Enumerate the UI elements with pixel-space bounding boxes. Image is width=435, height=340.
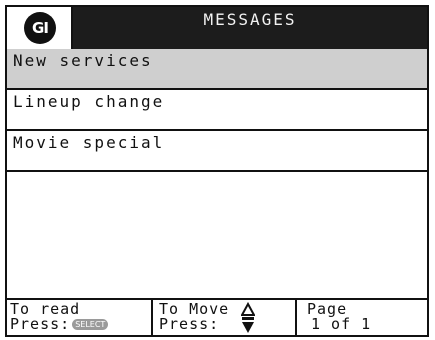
message-label: New services	[13, 51, 153, 70]
message-label: Lineup change	[13, 92, 165, 111]
message-list: New services Lineup change Movie special	[7, 49, 427, 172]
help-footer: To read Press: SELECT To Move Press: Page…	[7, 298, 427, 337]
page-title: MESSAGES	[203, 10, 297, 29]
select-button-icon: SELECT	[72, 319, 109, 330]
read-hint: To read Press: SELECT	[7, 300, 153, 337]
message-item-new-services[interactable]: New services	[7, 49, 427, 90]
header-bar: GI MESSAGES	[7, 7, 427, 49]
move-press-text: Press:	[159, 315, 220, 333]
messages-screen: GI MESSAGES New services Lineup change M…	[5, 5, 429, 337]
logo-box: GI	[7, 7, 73, 49]
read-press-text: Press:	[10, 315, 71, 333]
message-label: Movie special	[13, 133, 165, 152]
page-indicator: Page 1 of 1	[297, 300, 427, 337]
message-item-movie-special[interactable]: Movie special	[7, 131, 427, 172]
gi-logo: GI	[24, 12, 56, 44]
up-down-arrows-icon	[241, 302, 255, 333]
page-number: 1 of 1	[311, 315, 372, 333]
message-item-lineup-change[interactable]: Lineup change	[7, 90, 427, 131]
move-hint: To Move Press:	[153, 300, 297, 337]
